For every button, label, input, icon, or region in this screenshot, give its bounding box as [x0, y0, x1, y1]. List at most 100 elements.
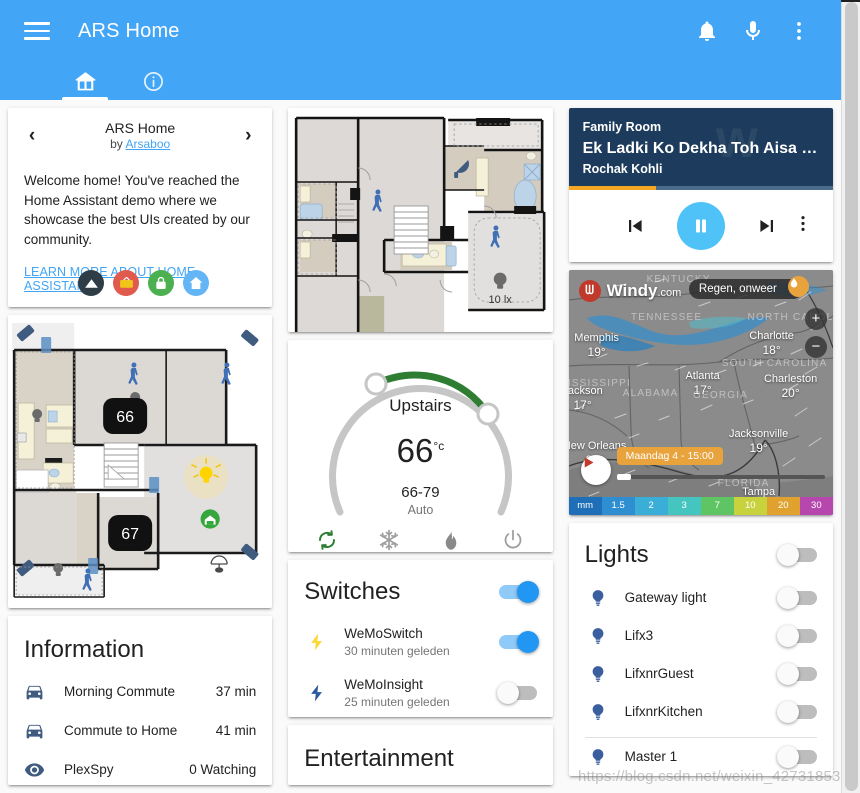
thermostat-room-name: Upstairs — [389, 395, 452, 415]
table-row[interactable]: PlexSpy 0 Watching — [8, 750, 272, 785]
list-item[interactable]: WeMoInsight 25 minuten geleden — [288, 667, 552, 717]
light-row-name: Master 1 — [624, 748, 678, 764]
light-row-name: Lifx3 — [624, 627, 654, 643]
car-icon — [24, 720, 50, 741]
weather-timeline-slider[interactable] — [616, 473, 825, 480]
dashboard-columns: ‹ ARS Home by Arsaboo › Welcome home! Yo… — [0, 100, 841, 793]
list-item[interactable]: Lifx3 — [569, 617, 833, 655]
weather-map-card[interactable]: KENTUCKY TENNESSEE NORTH CAROLINA MISSIS… — [568, 269, 833, 515]
information-card: Information Morning Commute 37 min Commu — [8, 615, 273, 785]
switch-row-toggle[interactable] — [498, 630, 539, 653]
table-row[interactable]: Commute to Home 41 min — [8, 711, 272, 750]
column-left: ‹ ARS Home by Arsaboo › Welcome home! Yo… — [0, 100, 280, 793]
raindrop-icon[interactable] — [787, 275, 809, 297]
light-row-toggle[interactable] — [776, 662, 817, 685]
column-middle: 10 lx Upstairs 66°c 66-79 Auto Switches … — [280, 100, 560, 793]
media-player-card: w Family Room Ek Ladki Ko Dekha Toh Aisa… — [568, 108, 833, 262]
lights-master-toggle[interactable] — [776, 543, 817, 566]
zoom-out-button[interactable]: − — [804, 335, 827, 358]
light-row-toggle[interactable] — [776, 586, 817, 609]
lock-shortcut-icon[interactable] — [148, 270, 174, 296]
page-scrollbar-thumb[interactable] — [845, 2, 858, 791]
entertainment-title: Entertainment — [304, 745, 454, 772]
app-root: ARS Home ‹ ARS Home by Arsaboo › Welcome… — [0, 0, 860, 793]
house-shortcut-icon[interactable] — [183, 270, 209, 296]
switches-header: Switches — [288, 560, 552, 616]
hamburger-menu-icon[interactable] — [24, 18, 50, 44]
previous-track-icon[interactable] — [623, 214, 647, 238]
car-icon — [24, 681, 50, 702]
thermostat-dial[interactable]: Upstairs 66°c 66-79 Auto — [318, 354, 523, 532]
light-row-name: LifxnrKitchen — [624, 703, 703, 719]
welcome-body-text: Welcome home! You've reached the Home As… — [24, 173, 250, 247]
lightbulb-icon — [585, 664, 611, 684]
windy-logo-text: Windy.com — [606, 280, 682, 300]
scale-value: 30 — [799, 496, 833, 515]
thermostat-unit: °c — [433, 438, 445, 453]
thermostat-mode-label: Auto — [407, 502, 434, 517]
media-shortcut-icon[interactable] — [78, 270, 104, 296]
play-icon[interactable] — [580, 454, 611, 485]
upper-floorplan-card[interactable]: 10 lx — [288, 108, 553, 332]
floorplan-shortcuts — [78, 270, 209, 296]
lower-floorplan-card[interactable]: 66 67 — [8, 314, 273, 608]
light-row-name: Gateway light — [624, 589, 707, 605]
list-item[interactable]: LifxnrKitchen — [569, 693, 833, 731]
bell-icon[interactable] — [695, 19, 719, 43]
column-right: w Family Room Ek Ladki Ko Dekha Toh Aisa… — [561, 100, 841, 793]
information-circle-icon — [143, 71, 163, 91]
map-state-label: TENNESSEE — [630, 311, 703, 323]
map-state-label: SOUTH CAROLINA — [721, 357, 828, 369]
map-city: Jacksonville 19° — [728, 427, 789, 455]
tab-home-floorplan[interactable] — [62, 62, 108, 100]
info-row-label: Morning Commute — [64, 683, 176, 699]
zoom-in-button[interactable]: + — [804, 307, 827, 330]
media-source-name: Family Room — [582, 120, 662, 134]
list-item[interactable]: Master 1 — [569, 738, 833, 776]
media-artist-name: Rochak Kohli — [582, 162, 663, 176]
next-track-icon[interactable] — [755, 214, 779, 238]
switch-row-name: WeMoSwitch — [344, 626, 423, 642]
svg-text:67: 67 — [121, 526, 139, 543]
scale-value: 1.5 — [601, 496, 635, 515]
list-item[interactable]: Gateway light — [569, 579, 833, 617]
list-item[interactable]: WeMoSwitch 30 minuten geleden — [288, 616, 552, 667]
welcome-prev-button[interactable]: ‹ — [18, 122, 46, 150]
svg-text:66: 66 — [116, 409, 134, 426]
switch-row-toggle[interactable] — [496, 681, 537, 704]
lower-floorplan-image[interactable]: 66 67 — [8, 314, 273, 608]
weather-color-scale: mm 1.5 2 3 7 10 20 30 — [568, 496, 833, 515]
media-overflow-menu-icon[interactable] — [793, 213, 813, 238]
thermostat-temperature: 66°c — [396, 431, 445, 469]
welcome-header: ‹ ARS Home by Arsaboo › — [8, 108, 272, 155]
lights-card: Lights Gateway light Lifx3 LifxnrGuest L… — [568, 522, 833, 776]
table-row[interactable]: Morning Commute 37 min — [8, 672, 272, 711]
flash-icon — [304, 683, 330, 703]
light-row-toggle[interactable] — [776, 624, 817, 647]
thermostat-body: Upstairs 66°c 66-79 Auto — [288, 340, 552, 553]
switches-master-toggle[interactable] — [498, 581, 539, 604]
tv-shortcut-icon[interactable] — [113, 270, 139, 296]
weather-layer-label[interactable]: Regen, onweer — [688, 278, 803, 299]
info-row-value: 37 min — [215, 683, 257, 699]
scale-unit: mm — [568, 496, 602, 515]
tab-information[interactable] — [130, 62, 176, 100]
scale-value: 2 — [634, 496, 668, 515]
upper-floorplan-lux-label: 10 lx — [489, 294, 513, 306]
map-city: Atlanta 17° — [685, 369, 720, 397]
light-row-toggle[interactable] — [776, 745, 817, 768]
pause-icon[interactable] — [676, 201, 725, 250]
info-row-label: PlexSpy — [64, 761, 114, 777]
welcome-author-link[interactable]: Arsaboo — [125, 137, 170, 151]
scale-value: 7 — [700, 496, 734, 515]
welcome-next-button[interactable]: › — [234, 122, 262, 150]
tab-bar — [0, 62, 841, 100]
light-row-toggle[interactable] — [776, 700, 817, 723]
overflow-menu-icon[interactable] — [787, 19, 811, 43]
eye-icon — [24, 759, 50, 780]
microphone-icon[interactable] — [741, 19, 765, 43]
list-item[interactable]: LifxnrGuest — [569, 655, 833, 693]
page-scrollbar[interactable] — [841, 0, 860, 793]
info-row-label: Commute to Home — [64, 722, 178, 738]
upper-floorplan-image[interactable]: 10 lx — [288, 108, 553, 332]
